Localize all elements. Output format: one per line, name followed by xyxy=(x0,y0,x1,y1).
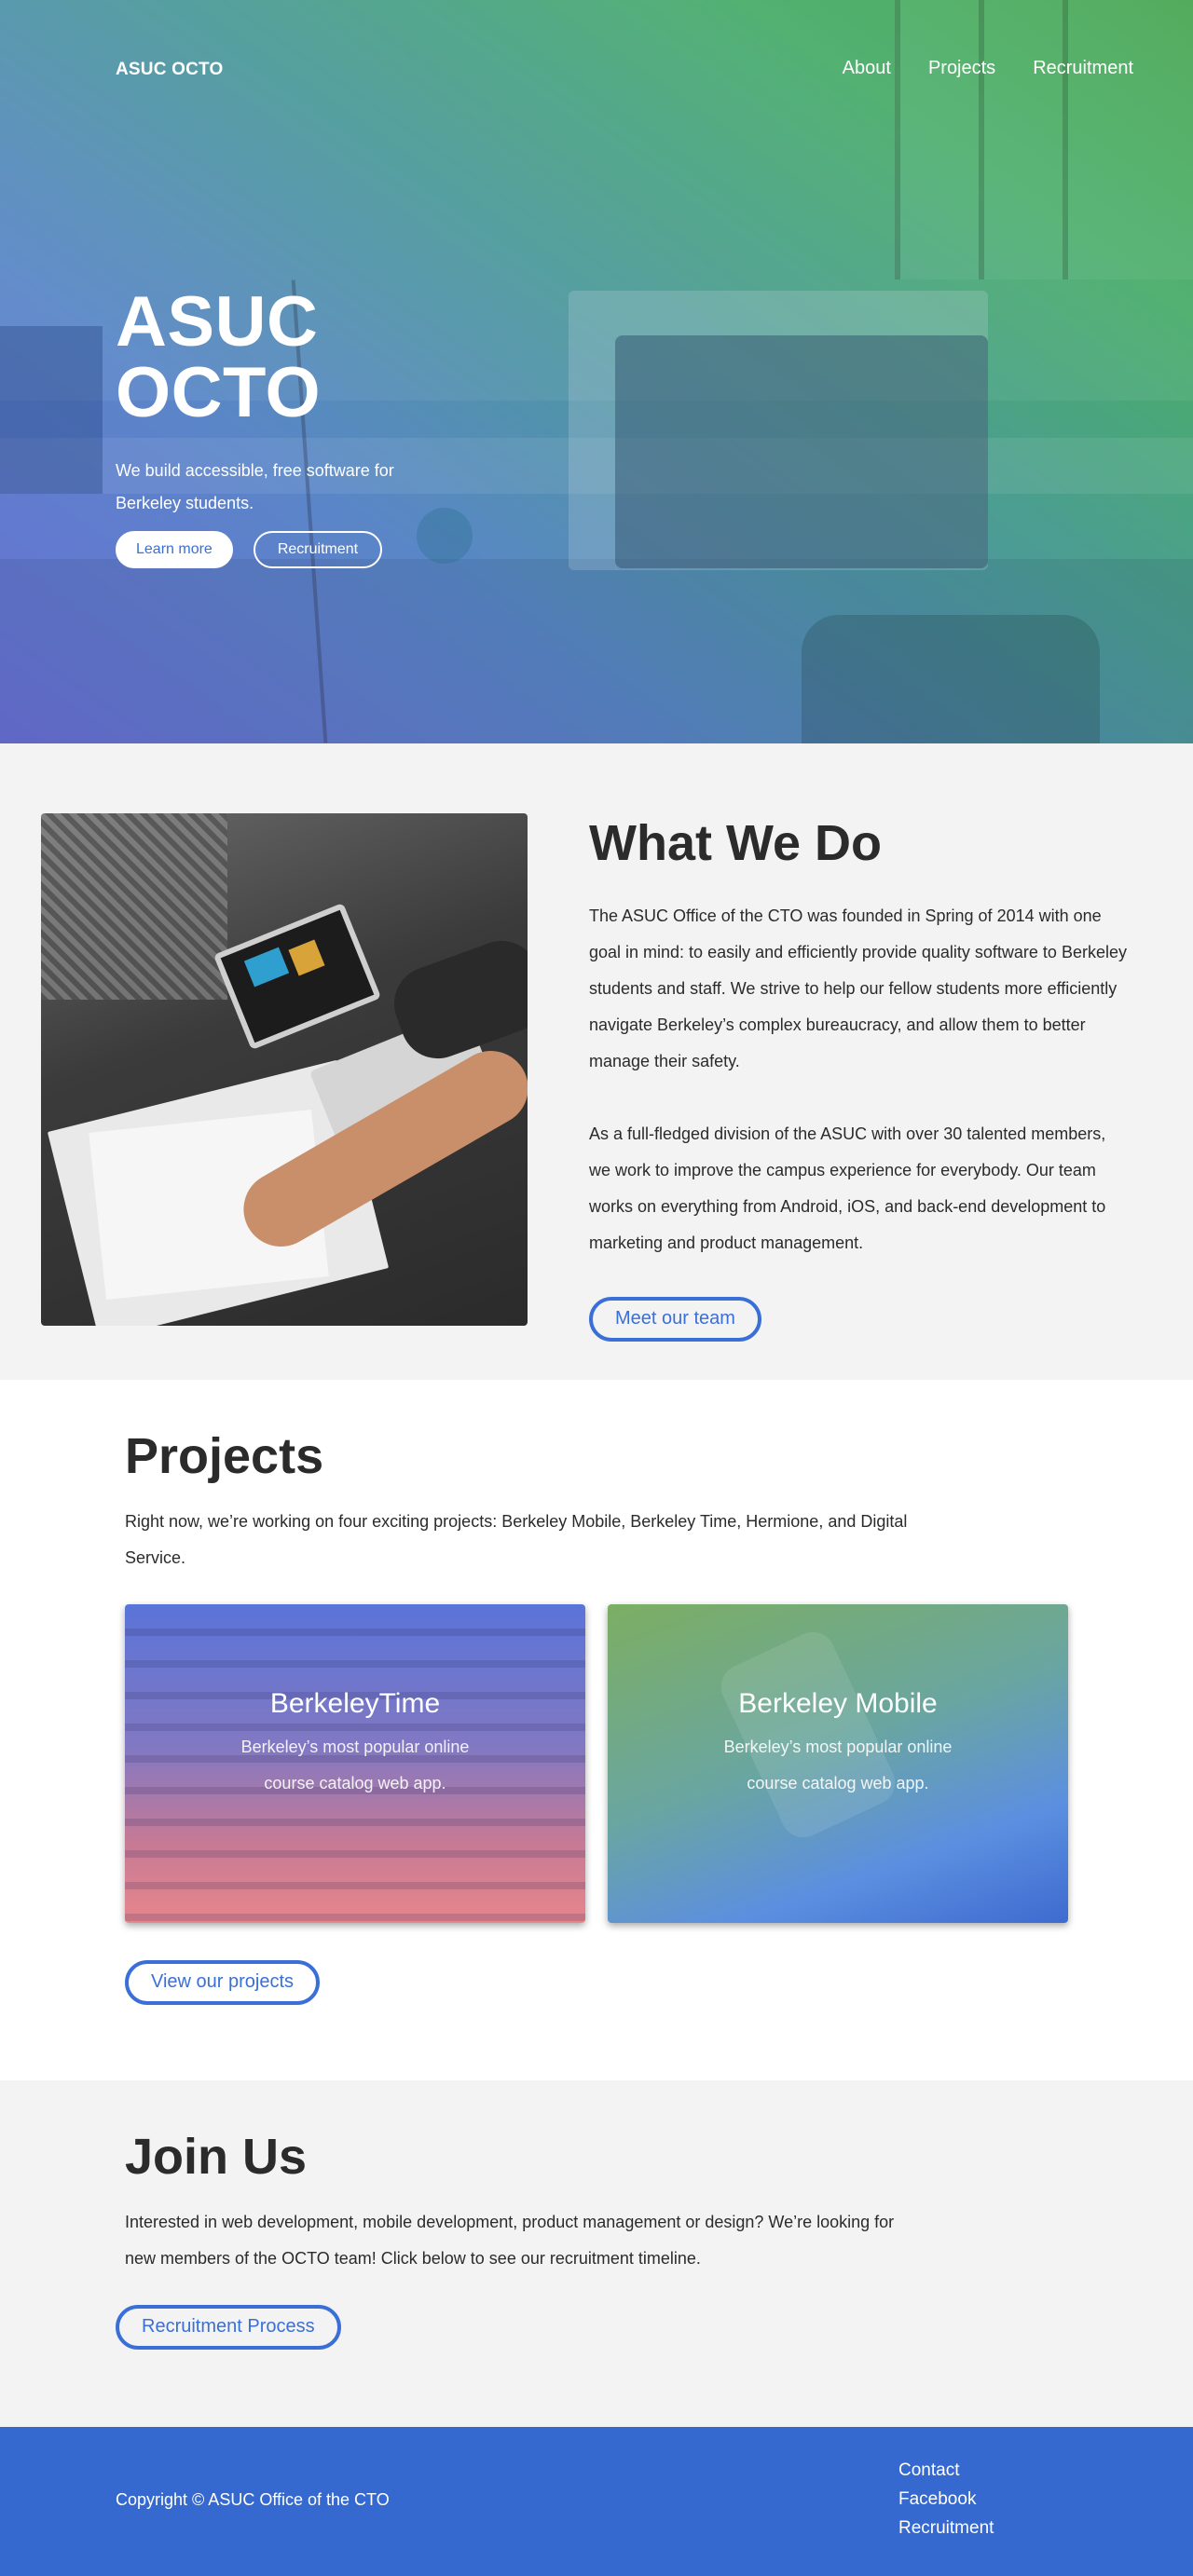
join-us-title: Join Us xyxy=(125,2129,308,2185)
hero-content: ASUC OCTO We build accessible, free soft… xyxy=(116,287,507,568)
nav-link-about[interactable]: About xyxy=(843,58,891,79)
projects-title: Projects xyxy=(125,1428,324,1484)
team-working-photo xyxy=(41,813,528,1326)
join-us-text: Interested in web development, mobile de… xyxy=(125,2212,895,2268)
recruitment-process-button[interactable]: Recruitment Process xyxy=(116,2304,341,2350)
hero-title: ASUC OCTO xyxy=(116,282,322,432)
what-we-do-paragraph-1: The ASUC Office of the CTO was founded i… xyxy=(589,906,1127,1070)
what-we-do-paragraph-2: As a full-fledged division of the ASUC w… xyxy=(589,1124,1106,1252)
footer-link-recruitment[interactable]: Recruitment xyxy=(898,2516,994,2540)
project-card-description: Berkeley’s most popular online course ca… xyxy=(240,1737,470,1792)
projects-intro: Right now, we’re working on four excitin… xyxy=(125,1511,908,1567)
footer-link-contact[interactable]: Contact xyxy=(898,2459,994,2482)
projects-section: Projects Right now, we’re working on fou… xyxy=(0,1380,1193,2080)
project-card-title: Berkeley Mobile xyxy=(738,1687,938,1719)
meet-our-team-button[interactable]: Meet our team xyxy=(589,1296,761,1342)
join-us-section: Join Us Interested in web development, m… xyxy=(0,2080,1193,2427)
learn-more-button[interactable]: Learn more xyxy=(116,531,233,568)
what-we-do-title: What We Do xyxy=(589,815,882,871)
project-card-berkeley-mobile[interactable]: Berkeley Mobile Berkeley’s most popular … xyxy=(608,1603,1068,1923)
project-cards: BerkeleyTime Berkeley’s most popular onl… xyxy=(125,1603,1068,1923)
top-navigation: ASUC OCTO About Projects Recruitment xyxy=(0,0,1193,140)
nav-link-recruitment[interactable]: Recruitment xyxy=(1033,58,1133,79)
brand-logo-link[interactable]: ASUC OCTO xyxy=(116,60,223,80)
hero-buttons: Learn more Recruitment xyxy=(116,531,507,568)
what-we-do-text: What We Do The ASUC Office of the CTO wa… xyxy=(589,813,1130,1342)
hero-subtitle: We build accessible, free software for B… xyxy=(116,461,394,512)
nav-links: About Projects Recruitment xyxy=(843,58,1133,79)
view-our-projects-button[interactable]: View our projects xyxy=(125,1959,321,2005)
project-card-title: BerkeleyTime xyxy=(269,1687,441,1719)
nav-link-projects[interactable]: Projects xyxy=(928,58,995,79)
project-card-description: Berkeley’s most popular online course ca… xyxy=(723,1737,953,1792)
footer-links: Contact Facebook Recruitment xyxy=(898,2459,994,2540)
project-card-berkeleytime[interactable]: BerkeleyTime Berkeley’s most popular onl… xyxy=(125,1603,585,1923)
hero-section: ASUC OCTO About Projects Recruitment ASU… xyxy=(0,0,1193,743)
what-we-do-section: What We Do The ASUC Office of the CTO wa… xyxy=(0,743,1193,1380)
copyright-text: Copyright © ASUC Office of the CTO xyxy=(116,2490,390,2509)
footer: Copyright © ASUC Office of the CTO Conta… xyxy=(0,2427,1193,2576)
hero-recruitment-button[interactable]: Recruitment xyxy=(253,531,383,568)
footer-link-facebook[interactable]: Facebook xyxy=(898,2487,994,2511)
